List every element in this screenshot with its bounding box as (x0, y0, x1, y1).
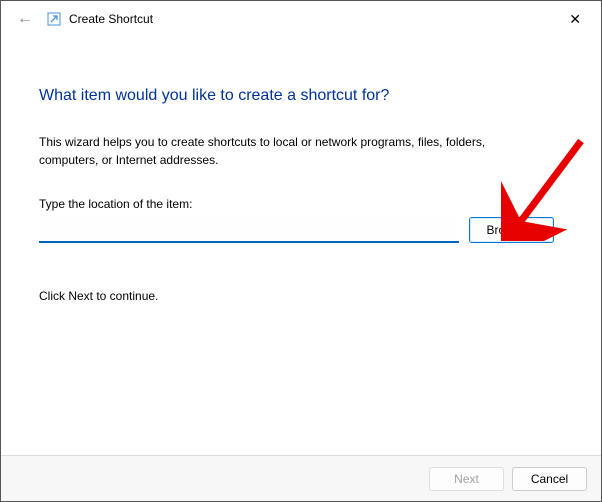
input-row: Browse... (39, 217, 563, 243)
page-description: This wizard helps you to create shortcut… (39, 133, 519, 169)
wizard-footer: Next Cancel (1, 455, 601, 501)
close-button[interactable]: ✕ (559, 5, 591, 34)
back-icon: ← (9, 6, 41, 32)
location-label: Type the location of the item: (39, 197, 563, 211)
cancel-button[interactable]: Cancel (512, 467, 587, 491)
shortcut-icon (47, 12, 61, 26)
titlebar: ← Create Shortcut (1, 1, 601, 37)
page-heading: What item would you like to create a sho… (39, 87, 563, 105)
window-title: Create Shortcut (69, 12, 153, 26)
next-button[interactable]: Next (429, 467, 504, 491)
browse-button[interactable]: Browse... (469, 217, 554, 243)
wizard-content: What item would you like to create a sho… (1, 37, 601, 303)
location-input[interactable] (39, 217, 459, 243)
continue-hint: Click Next to continue. (39, 289, 563, 303)
